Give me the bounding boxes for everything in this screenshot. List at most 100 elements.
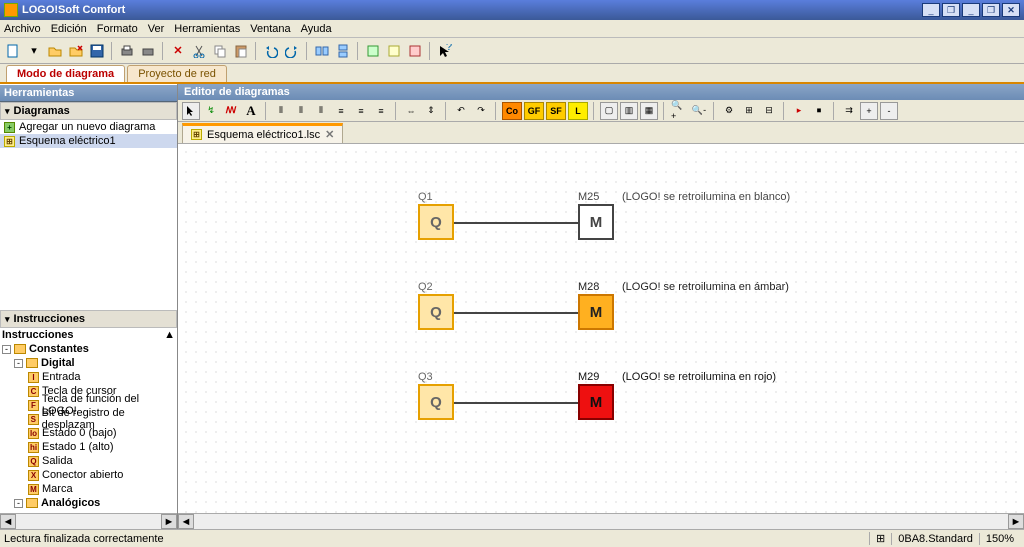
wire[interactable] bbox=[454, 312, 578, 314]
scroll-track[interactable] bbox=[16, 514, 161, 529]
document-tab[interactable]: ⊞ Esquema eléctrico1.lsc ✕ bbox=[182, 123, 343, 143]
paste-button[interactable] bbox=[232, 42, 250, 60]
plus-icon[interactable]: - bbox=[14, 499, 23, 508]
align1-button[interactable] bbox=[313, 42, 331, 60]
instruction-tree[interactable]: Instrucciones ▲ - Constantes - Digital I… bbox=[0, 328, 177, 513]
diagram-tree[interactable]: + Agregar un nuevo diagrama ⊞ Esquema el… bbox=[0, 120, 177, 310]
extra1-button[interactable]: ⇉ bbox=[840, 102, 858, 120]
new-button[interactable] bbox=[4, 42, 22, 60]
text-tool[interactable]: A bbox=[242, 102, 260, 120]
close-file-button[interactable] bbox=[67, 42, 85, 60]
instructions-header[interactable]: ▾ Instrucciones bbox=[0, 310, 177, 328]
block1-button[interactable] bbox=[364, 42, 382, 60]
dist-v-tool[interactable]: ⇕ bbox=[422, 102, 440, 120]
scroll-right-icon[interactable]: ► bbox=[161, 514, 177, 529]
print-button[interactable] bbox=[118, 42, 136, 60]
delete-button[interactable]: ✕ bbox=[169, 42, 187, 60]
new-dropdown[interactable]: ▾ bbox=[25, 42, 43, 60]
node-entrada[interactable]: IEntrada bbox=[0, 370, 177, 384]
marker-block[interactable]: MM28(LOGO! se retroilumina en ámbar) bbox=[578, 294, 614, 330]
close-button[interactable]: ✕ bbox=[1002, 3, 1020, 17]
menu-edicion[interactable]: Edición bbox=[51, 23, 87, 35]
undo-editor[interactable]: ↶ bbox=[452, 102, 470, 120]
align-top-tool[interactable]: ≡ bbox=[332, 102, 350, 120]
output-block[interactable]: QQ1 bbox=[418, 204, 454, 240]
zoom-out-button[interactable]: 🔍- bbox=[690, 102, 708, 120]
node-marca[interactable]: MMarca bbox=[0, 482, 177, 496]
marker-block[interactable]: MM29(LOGO! se retroilumina en rojo) bbox=[578, 384, 614, 420]
minimize2-button[interactable]: _ bbox=[962, 3, 980, 17]
node-analog[interactable]: - Analógicos bbox=[0, 496, 177, 510]
li-button[interactable]: L bbox=[568, 102, 588, 120]
tool-b[interactable]: ⊞ bbox=[740, 102, 758, 120]
redo-button[interactable] bbox=[283, 42, 301, 60]
redo-editor[interactable]: ↷ bbox=[472, 102, 490, 120]
help-pointer-button[interactable]: ? bbox=[436, 42, 454, 60]
align2-button[interactable] bbox=[334, 42, 352, 60]
diagram-canvas[interactable]: QQ1 MM25(LOGO! se retroilumina en blanco)… bbox=[178, 144, 1024, 513]
connect-tool[interactable]: ↯ bbox=[202, 102, 220, 120]
node-constants[interactable]: - Constantes bbox=[0, 342, 177, 356]
print-preview-button[interactable] bbox=[139, 42, 157, 60]
left-scrollbar[interactable]: ◄ ► bbox=[0, 513, 177, 529]
tab-diagram-mode[interactable]: Modo de diagrama bbox=[6, 65, 125, 82]
scroll-right-icon[interactable]: ► bbox=[1008, 514, 1024, 529]
cut-button[interactable] bbox=[190, 42, 208, 60]
minus-icon[interactable]: - bbox=[14, 359, 23, 368]
page2-button[interactable]: ▥ bbox=[620, 102, 638, 120]
maximize-button[interactable]: ❐ bbox=[942, 3, 960, 17]
align-right-tool[interactable]: ⦀ bbox=[312, 102, 330, 120]
menu-ayuda[interactable]: Ayuda bbox=[301, 23, 332, 35]
menu-formato[interactable]: Formato bbox=[97, 23, 138, 35]
wire[interactable] bbox=[454, 402, 578, 404]
page3-button[interactable]: ▦ bbox=[640, 102, 658, 120]
extra2-button[interactable]: + bbox=[860, 102, 878, 120]
gf-button[interactable]: GF bbox=[524, 102, 544, 120]
cut-connection-tool[interactable]: ꟿ bbox=[222, 102, 240, 120]
scroll-left-icon[interactable]: ◄ bbox=[0, 514, 16, 529]
restore-button[interactable]: ❐ bbox=[982, 3, 1000, 17]
diagram-item-1[interactable]: ⊞ Esquema eléctrico1 bbox=[0, 134, 177, 148]
zoom-in-button[interactable]: 🔍+ bbox=[670, 102, 688, 120]
node-conector[interactable]: XConector abierto bbox=[0, 468, 177, 482]
page1-button[interactable]: ▢ bbox=[600, 102, 618, 120]
scroll-track[interactable] bbox=[194, 514, 1008, 529]
node-salida[interactable]: QSalida bbox=[0, 454, 177, 468]
select-tool[interactable] bbox=[182, 102, 200, 120]
menu-archivo[interactable]: Archivo bbox=[4, 23, 41, 35]
sf-button[interactable]: SF bbox=[546, 102, 566, 120]
tab-network-project[interactable]: Proyecto de red bbox=[127, 65, 227, 82]
copy-button[interactable] bbox=[211, 42, 229, 60]
open-button[interactable] bbox=[46, 42, 64, 60]
extra3-button[interactable]: - bbox=[880, 102, 898, 120]
minimize-button[interactable]: _ bbox=[922, 3, 940, 17]
menu-ventana[interactable]: Ventana bbox=[250, 23, 290, 35]
add-diagram-item[interactable]: + Agregar un nuevo diagrama bbox=[0, 120, 177, 134]
align-mid-tool[interactable]: ≡ bbox=[352, 102, 370, 120]
undo-button[interactable] bbox=[262, 42, 280, 60]
output-block[interactable]: QQ3 bbox=[418, 384, 454, 420]
save-button[interactable] bbox=[88, 42, 106, 60]
sim-button[interactable]: ▸ bbox=[790, 102, 808, 120]
editor-hscrollbar[interactable]: ◄ ► bbox=[178, 513, 1024, 529]
tool-c[interactable]: ⊟ bbox=[760, 102, 778, 120]
minus-icon[interactable]: - bbox=[2, 345, 11, 354]
node-bitreg[interactable]: SBit de registro de desplazam bbox=[0, 412, 177, 426]
block3-button[interactable] bbox=[406, 42, 424, 60]
co-button[interactable]: Co bbox=[502, 102, 522, 120]
wire[interactable] bbox=[454, 222, 578, 224]
marker-block[interactable]: MM25(LOGO! se retroilumina en blanco) bbox=[578, 204, 614, 240]
close-tab-icon[interactable]: ✕ bbox=[325, 128, 334, 141]
scroll-left-icon[interactable]: ◄ bbox=[178, 514, 194, 529]
dist-h-tool[interactable]: ⇔ bbox=[402, 102, 420, 120]
sim-stop-button[interactable]: ⏹ bbox=[810, 102, 828, 120]
tool-a[interactable]: ⚙ bbox=[720, 102, 738, 120]
align-bot-tool[interactable]: ≡ bbox=[372, 102, 390, 120]
instr-root[interactable]: Instrucciones ▲ bbox=[0, 328, 177, 342]
align-center-tool[interactable]: ⦀ bbox=[292, 102, 310, 120]
node-digital[interactable]: - Digital bbox=[0, 356, 177, 370]
menu-ver[interactable]: Ver bbox=[148, 23, 165, 35]
menu-herramientas[interactable]: Herramientas bbox=[174, 23, 240, 35]
output-block[interactable]: QQ2 bbox=[418, 294, 454, 330]
node-estado1[interactable]: hiEstado 1 (alto) bbox=[0, 440, 177, 454]
